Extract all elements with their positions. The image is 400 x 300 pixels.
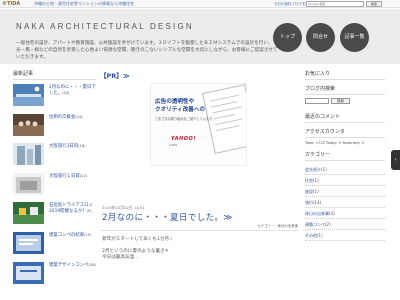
ad-headline-2: クオリティ改善への — [155, 107, 206, 113]
category-count: (4) — [329, 211, 335, 216]
category-name[interactable]: 施設 — [305, 189, 313, 194]
category-count: (2) — [325, 222, 331, 227]
category-name[interactable]: 建築コンペ — [305, 222, 325, 227]
recent-post-item[interactable]: 建築デザインコンペ(26) — [13, 261, 96, 287]
category-name[interactable]: 休日の出来事 — [305, 211, 329, 216]
post-count: (22) — [79, 173, 88, 178]
category-count: (14) — [313, 200, 322, 205]
topbar-ad-link[interactable]: 沖縄の土地・建売住宅等マンションの情報なら沖縄住宅 — [34, 0, 134, 8]
site-header: NAKA ARCHITECTURAL DESIGN 一般住宅の設計、アパートや教… — [0, 9, 400, 64]
recent-post-item[interactable]: 大阪旅行１日目(22) — [13, 172, 96, 198]
recent-posts-heading: 最新記事 — [13, 70, 96, 80]
side-expand-tab[interactable]: › — [391, 150, 400, 170]
nav-top-button[interactable]: トップ — [273, 23, 302, 52]
category-item[interactable]: 休日の出来事(4) — [305, 208, 385, 219]
recent-post-item[interactable]: 大阪旅行3日目(16) — [13, 143, 96, 168]
post-title[interactable]: 大阪旅行3日目 — [49, 144, 78, 149]
yahoo-logo: YAHOO! — [171, 136, 196, 142]
post-thumbnail[interactable] — [13, 202, 44, 225]
post-thumbnail[interactable] — [13, 261, 44, 284]
category-count: (1) — [321, 167, 327, 172]
topbar-search-box[interactable] — [306, 1, 364, 7]
recent-comments-heading: 最近のコメント — [305, 113, 385, 123]
topbar-search-button[interactable]: 検索 — [366, 1, 382, 7]
post-title[interactable]: 恒例の交歓会 — [49, 115, 75, 120]
top-bar: ©TIDA 沖縄の土地・建売住宅等マンションの情報なら沖縄住宅 今日の無料ブログ… — [0, 0, 400, 8]
access-counter-heading: アクセスカウンタ — [305, 128, 385, 138]
site-description: 一般住宅の設計、アパートや教育施設、公共施設を手がけています。３Ｄソフトを駆使し… — [16, 41, 278, 60]
post-count: (16) — [78, 144, 86, 149]
post-body-line: 今日は最高気温… — [102, 255, 139, 260]
post-thumbnail[interactable] — [13, 231, 44, 254]
left-sidebar: 最新記事 2月なのに・・・夏日でした。(20) 恒例の交歓会(14) 大阪旅行3… — [13, 70, 96, 300]
post-body-line: 新年がスタートして早くも1カ月☆ — [102, 237, 174, 242]
blog-search-input[interactable] — [305, 98, 329, 104]
nav-articles-button[interactable]: 記事一覧 — [340, 23, 369, 52]
access-counter: Total: 1725 Today: 0 Yesterday: 0 — [305, 141, 364, 145]
post-count: (5) — [86, 208, 92, 213]
category-item[interactable]: 施設(1) — [305, 186, 385, 197]
category-item[interactable]: 会社紹介(1) — [305, 164, 385, 175]
blog-search-heading: ブログ内検索 — [305, 85, 385, 95]
recent-post-item[interactable]: 2月なのに・・・夏日でした。(20) — [13, 84, 96, 109]
advertisement-banner[interactable]: 広告の透明性や クオリティ改善への さまざまな取り組みをご紹介しています。 YA… — [150, 83, 247, 166]
nav-contact-button[interactable]: 問合せ — [306, 23, 335, 52]
post-title[interactable]: 大阪旅行１日目 — [49, 174, 80, 179]
site-title[interactable]: NAKA ARCHITECTURAL DESIGN — [16, 22, 194, 31]
category-count: (1) — [313, 178, 319, 183]
post-title[interactable]: 建築コンペの結果 — [49, 233, 84, 238]
topbar-search-input[interactable] — [307, 2, 363, 6]
category-name[interactable]: 会社紹介 — [305, 167, 321, 172]
category-count: (1) — [313, 189, 319, 194]
category-item[interactable]: 旅行(14) — [305, 197, 385, 208]
post-thumbnail[interactable] — [13, 172, 44, 195]
right-sidebar: お気に入り ブログ内検索 検索 最近のコメント アクセスカウンタ Total: … — [305, 70, 385, 300]
category-name[interactable]: その他 — [305, 233, 317, 238]
recent-post-item[interactable]: 石垣島トライアスロン2019開催なるか？(5) — [13, 202, 96, 227]
category-item[interactable]: その他(1) — [305, 230, 385, 241]
category-name[interactable]: 住宅 — [305, 178, 313, 183]
divider — [100, 230, 298, 231]
pr-heading[interactable]: 【PR】≫ — [100, 70, 298, 80]
post-count: (14) — [75, 114, 83, 119]
ad-headline-1: 広告の透明性や — [155, 99, 195, 105]
post-count: (15) — [84, 232, 92, 237]
blog-search-button[interactable]: 検索 — [331, 98, 350, 104]
post-thumbnail[interactable] — [13, 84, 44, 106]
recent-post-item[interactable]: 建築コンペの結果(15) — [13, 231, 96, 257]
post-title[interactable]: 2月なのに・・・夏日でした。 — [49, 85, 96, 96]
post-count: (20) — [62, 90, 70, 95]
post-category[interactable]: カテゴリー｜休日の出来事 — [257, 223, 298, 228]
chevron-right-icon: › — [394, 157, 397, 163]
post-title[interactable]: 建築デザインコンペ — [49, 263, 89, 268]
post-count: (26) — [88, 262, 96, 267]
category-count: (1) — [317, 233, 323, 238]
categories-heading: カテゴリー — [305, 151, 385, 161]
ad-subtext: さまざまな取り組みをご紹介しています。 — [155, 117, 216, 121]
post-thumbnail[interactable] — [13, 113, 44, 136]
yahoo-logo-sub: JAPAN — [169, 143, 178, 147]
tida-logo[interactable]: ©TIDA — [2, 0, 20, 8]
recent-post-item[interactable]: 恒例の交歓会(14) — [13, 113, 96, 139]
favorites-heading: お気に入り — [305, 70, 385, 80]
category-item[interactable]: 住宅(1) — [305, 175, 385, 186]
main-content: 【PR】≫ 広告の透明性や クオリティ改善への さまざまな取り組みをご紹介してい… — [100, 70, 298, 300]
category-item[interactable]: 建築コンペ(2) — [305, 219, 385, 230]
post-thumbnail[interactable] — [13, 143, 44, 166]
category-name[interactable]: 旅行 — [305, 200, 313, 205]
post-title-main[interactable]: 2月なのに・・・夏日でした。≫ — [102, 211, 233, 223]
